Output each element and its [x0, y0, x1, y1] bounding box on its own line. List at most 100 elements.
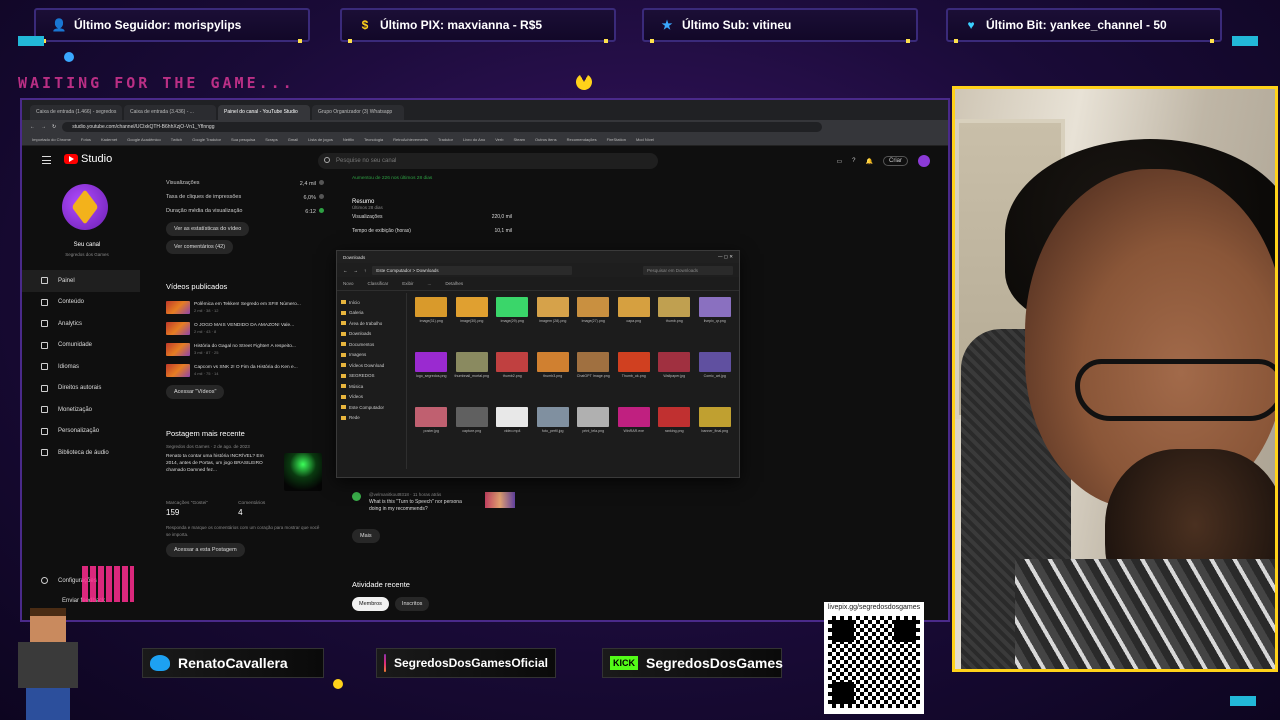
- explorer-sidebar-item[interactable]: Vídeos Download: [341, 360, 402, 371]
- latest-comment[interactable]: @velmanitkout9318 · 11 horas atrás What …: [352, 492, 515, 513]
- file-item[interactable]: banner_final.png: [697, 407, 734, 460]
- file-item[interactable]: image(27).png: [575, 297, 612, 350]
- file-item[interactable]: thumb.png: [656, 297, 693, 350]
- bookmark-item[interactable]: Fotos: [81, 137, 91, 142]
- explorer-tool[interactable]: ...: [428, 281, 432, 286]
- file-item[interactable]: ChatGPT Image.png: [575, 352, 612, 405]
- go-to-post-button[interactable]: Acessar a esta Postagem: [166, 542, 245, 557]
- video-row[interactable]: O JOGO MAIS VENDIDO DA AMAZON! Vale... 2 …: [166, 318, 324, 339]
- sidebar-item-analytics[interactable]: Analytics: [22, 313, 140, 335]
- sidebar-item-dashboard[interactable]: Painel: [22, 270, 140, 292]
- bookmark-item[interactable]: Twitch: [171, 137, 182, 142]
- explorer-sidebar-item[interactable]: Documentos: [341, 339, 402, 350]
- menu-icon[interactable]: [42, 156, 51, 164]
- explorer-tool[interactable]: Novo: [343, 281, 354, 286]
- explorer-search[interactable]: Pesquisar em Downloads: [643, 265, 733, 275]
- video-row[interactable]: História do Gagal no Street Fighter! A r…: [166, 339, 324, 360]
- bookmark-item[interactable]: Recomendações: [567, 137, 597, 142]
- explorer-sidebar-item[interactable]: Este Computador: [341, 402, 402, 413]
- browser-tab-active[interactable]: Painel do canal - YouTube Studio: [218, 105, 310, 120]
- explorer-sidebar-item[interactable]: Música: [341, 381, 402, 392]
- bookmark-item[interactable]: Verb: [495, 137, 503, 142]
- search-input[interactable]: Pesquise no seu canal: [318, 153, 658, 169]
- sidebar-item-copyright[interactable]: Direitos autorais: [22, 378, 140, 400]
- forward-icon[interactable]: →: [41, 124, 46, 130]
- studio-logo[interactable]: Studio: [64, 153, 112, 165]
- explorer-sidebar-item[interactable]: Área de trabalho: [341, 318, 402, 329]
- forward-icon[interactable]: →: [354, 268, 359, 273]
- help-icon[interactable]: ?: [852, 158, 855, 164]
- file-item[interactable]: print_tela.png: [575, 407, 612, 460]
- explorer-tool[interactable]: Detalhes: [445, 281, 463, 286]
- sidebar-item-audio-library[interactable]: Biblioteca de áudio: [22, 442, 140, 464]
- channel-avatar[interactable]: [62, 184, 108, 230]
- chip-subscribers[interactable]: Inscritos: [394, 597, 430, 611]
- file-item[interactable]: image(30).png: [454, 297, 491, 350]
- avatar[interactable]: [918, 155, 930, 167]
- explorer-tool[interactable]: Classificar: [368, 281, 389, 286]
- explorer-sidebar-item[interactable]: Downloads: [341, 329, 402, 340]
- browser-tab[interactable]: Caixa de entrada (1.466) - segredos: [30, 105, 122, 120]
- bookmark-item[interactable]: Tecnologia: [364, 137, 383, 142]
- bookmark-item[interactable]: Livro do Ano: [463, 137, 485, 142]
- create-button[interactable]: Criar: [883, 156, 908, 166]
- video-stats-button[interactable]: Ver as estatísticas do vídeo: [166, 222, 250, 236]
- chip-members[interactable]: Membros: [352, 597, 389, 611]
- file-item[interactable]: thumbnail_mortal.png: [454, 352, 491, 405]
- bookmark-item[interactable]: Scraps: [265, 137, 277, 142]
- bookmark-item[interactable]: Google Tradutor: [192, 137, 221, 142]
- sidebar-item-content[interactable]: Conteúdo: [22, 292, 140, 314]
- bookmark-item[interactable]: Lista de jogos: [308, 137, 333, 142]
- explorer-tool[interactable]: Exibir: [402, 281, 413, 286]
- bookmark-item[interactable]: Tradutor: [438, 137, 453, 142]
- bookmark-item[interactable]: Kadernet: [101, 137, 117, 142]
- explorer-sidebar-item[interactable]: SEGREDOS: [341, 371, 402, 382]
- sidebar-item-monetization[interactable]: Monetização: [22, 399, 140, 421]
- bookmark-item[interactable]: Mod Nível: [636, 137, 654, 142]
- file-item[interactable]: Wallpaper.jpg: [656, 352, 693, 405]
- video-row[interactable]: Polêmica em Tekken! Segredo em SFII! Núm…: [166, 297, 324, 318]
- window-controls[interactable]: — ▢ ✕: [718, 254, 733, 260]
- bookmark-item[interactable]: FireStation: [607, 137, 626, 142]
- bookmark-item[interactable]: Steam: [513, 137, 525, 142]
- bookmark-item[interactable]: RetroAchievements: [393, 137, 428, 142]
- back-icon[interactable]: ←: [343, 268, 348, 273]
- url-field[interactable]: studio.youtube.com/channel/UCIxkQTH-B6hh…: [62, 122, 823, 132]
- bookmark-item[interactable]: Outros itens: [535, 137, 557, 142]
- back-icon[interactable]: ←: [30, 124, 35, 130]
- file-item[interactable]: image(29).png: [494, 297, 531, 350]
- file-item[interactable]: WinRAR.exe: [616, 407, 653, 460]
- file-item[interactable]: logo_segredos.png: [413, 352, 450, 405]
- explorer-sidebar-item[interactable]: Vídeos: [341, 392, 402, 403]
- video-row[interactable]: Capcom vs SNK 2! O Fim da História do Ke…: [166, 360, 324, 381]
- more-button[interactable]: Mais: [352, 529, 380, 543]
- file-item[interactable]: capture.png: [454, 407, 491, 460]
- file-item[interactable]: video.mp4: [494, 407, 531, 460]
- file-item[interactable]: Thumb_ok.png: [616, 352, 653, 405]
- file-item[interactable]: Comic_art.jpg: [697, 352, 734, 405]
- file-item[interactable]: foto_perfil.jpg: [535, 407, 572, 460]
- bookmark-item[interactable]: Sua pesquisa: [231, 137, 255, 142]
- view-comments-button[interactable]: Ver comentários (42): [166, 240, 234, 254]
- file-item[interactable]: ranking.png: [656, 407, 693, 460]
- reload-icon[interactable]: ↻: [52, 124, 56, 130]
- file-item[interactable]: imagem (28).png: [535, 297, 572, 350]
- sidebar-item-community[interactable]: Comunidade: [22, 335, 140, 357]
- post-preview[interactable]: Renato ta contar uma história INCRÍVEL? …: [166, 453, 324, 491]
- bell-icon[interactable]: 🔔: [866, 158, 873, 165]
- browser-tab[interactable]: Grupo Organizador (3) Whatsapp: [312, 105, 404, 120]
- bookmark-item[interactable]: Google Acadêmico: [127, 137, 161, 142]
- go-to-videos-button[interactable]: Acessar "Vídeos": [166, 385, 225, 399]
- bookmark-item[interactable]: Importado do Chrome: [32, 137, 71, 142]
- file-item[interactable]: thumb2.png: [494, 352, 531, 405]
- bookmark-item[interactable]: Gmail: [288, 137, 298, 142]
- sidebar-item-customization[interactable]: Personalização: [22, 421, 140, 443]
- bookmark-item[interactable]: Netflix: [343, 137, 354, 142]
- explorer-sidebar-item[interactable]: Rede: [341, 413, 402, 424]
- file-item[interactable]: livepix_qr.png: [697, 297, 734, 350]
- explorer-sidebar-item[interactable]: Galeria: [341, 308, 402, 319]
- browser-tab[interactable]: Caixa de entrada (3.436) - ...: [124, 105, 216, 120]
- file-item[interactable]: poster.jpg: [413, 407, 450, 460]
- file-item[interactable]: capa.png: [616, 297, 653, 350]
- explorer-path[interactable]: Este Computador > Downloads: [372, 265, 573, 275]
